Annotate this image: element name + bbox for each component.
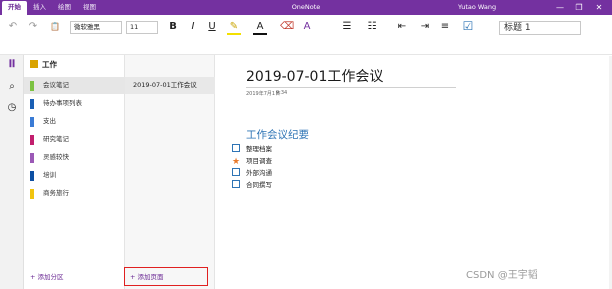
section-item[interactable]: 商务旅行: [24, 185, 125, 202]
section-item[interactable]: 支出: [24, 113, 125, 130]
page-canvas[interactable]: 2019-07-01工作会议 2019年7月1日 9:34 工作会议纪要 整理档…: [216, 56, 612, 289]
checkbox-icon[interactable]: [232, 168, 240, 176]
section-item[interactable]: 待办事项列表: [24, 95, 125, 112]
nav-rail: 𝐈𝐈 ⌕ ◷: [0, 55, 24, 289]
todo-item[interactable]: ★ 项目调查: [232, 155, 272, 167]
numbering-icon[interactable]: ☷: [365, 21, 379, 33]
page-time: 9:34: [276, 90, 288, 96]
page-title[interactable]: 2019-07-01工作会议: [246, 66, 383, 86]
sections-pane: 工作 会议笔记 待办事项列表 支出 研究笔记 灵感较快 培训 商务旅行: [24, 55, 125, 289]
undo-icon[interactable]: ↶: [6, 21, 20, 33]
font-size-select[interactable]: 11: [126, 21, 158, 34]
bullets-icon[interactable]: ☰: [340, 21, 354, 33]
todo-item[interactable]: 整理档案: [232, 143, 272, 155]
notebook-color-icon: [30, 60, 38, 68]
minimize-button[interactable]: —: [553, 0, 567, 15]
recent-icon[interactable]: ◷: [0, 102, 24, 113]
paste-icon[interactable]: 📋: [48, 21, 62, 33]
notebook-selector[interactable]: 工作: [30, 59, 57, 70]
section-heading[interactable]: 工作会议纪要: [246, 127, 309, 142]
pages-pane: 2019-07-01工作会议: [125, 55, 215, 289]
notebook-name: 工作: [42, 60, 57, 69]
clear-format-icon[interactable]: ⌫: [280, 21, 294, 33]
section-item[interactable]: 培训: [24, 167, 125, 184]
align-icon[interactable]: ≡: [438, 21, 452, 33]
outdent-icon[interactable]: ⇤: [395, 21, 409, 33]
checkbox-icon[interactable]: [232, 180, 240, 188]
notebooks-icon[interactable]: 𝐈𝐈: [0, 59, 24, 70]
font-color-icon[interactable]: A: [253, 21, 267, 35]
italic-button[interactable]: I: [186, 21, 200, 33]
style-select[interactable]: 标题 1: [499, 21, 581, 35]
checkbox-icon[interactable]: [232, 144, 240, 152]
bold-button[interactable]: B: [166, 21, 180, 33]
page-date: 2019年7月1日: [246, 91, 281, 97]
close-button[interactable]: ✕: [592, 0, 606, 15]
watermark: CSDN @王宇韬: [466, 270, 538, 281]
font-name-select[interactable]: 微软雅黑: [70, 21, 122, 34]
page-item[interactable]: 2019-07-01工作会议: [125, 77, 215, 94]
section-item[interactable]: 研究笔记: [24, 131, 125, 148]
styles-icon[interactable]: A: [300, 21, 314, 33]
app-title: OneNote: [291, 3, 321, 11]
title-divider: [246, 87, 456, 88]
underline-button[interactable]: U: [205, 21, 219, 33]
title-bar: 开始 插入 绘图 视图 OneNote Yutao Wang — ❐ ✕: [0, 0, 612, 15]
restore-button[interactable]: ❐: [572, 0, 586, 15]
todo-item[interactable]: 外部沟通: [232, 167, 272, 179]
redo-icon[interactable]: ↷: [26, 21, 40, 33]
search-icon[interactable]: ⌕: [0, 81, 24, 92]
highlight-icon[interactable]: ✎: [227, 21, 241, 35]
add-section-button[interactable]: + 添加分区: [30, 269, 64, 285]
indent-icon[interactable]: ⇥: [418, 21, 432, 33]
todo-tag-icon[interactable]: ☑: [460, 20, 476, 32]
user-name[interactable]: Yutao Wang: [458, 0, 496, 15]
add-page-button[interactable]: + 添加页面: [130, 269, 164, 285]
todo-item[interactable]: 合同撰写: [232, 179, 272, 191]
section-item[interactable]: 会议笔记: [24, 77, 125, 94]
section-item[interactable]: 灵感较快: [24, 149, 125, 166]
ribbon-toolbar: ↶ ↷ 📋 微软雅黑 11 B I U ✎ A ⌫ A ☰ ☷ ⇤ ⇥ ≡ ☑ …: [0, 15, 612, 55]
